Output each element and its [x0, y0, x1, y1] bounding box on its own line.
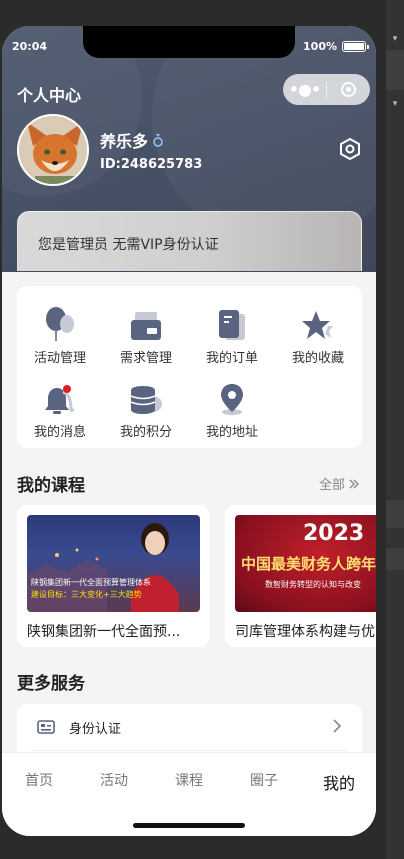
settings-icon[interactable] — [338, 137, 362, 161]
double-chevron-right-icon — [349, 479, 359, 488]
tab-circle[interactable]: 圈子 — [227, 770, 301, 790]
balloon-icon — [17, 302, 103, 342]
close-miniprogram-icon[interactable] — [327, 82, 370, 97]
tab-home[interactable]: 首页 — [2, 770, 76, 790]
page-title: 个人中心 — [17, 86, 82, 105]
devtools-scrollbar[interactable]: ▾ ▾ — [386, 0, 404, 859]
vip-banner-text: 您是管理员 无需VIP身份认证 — [38, 237, 219, 253]
bell-icon — [17, 376, 103, 416]
service-item-identity-verification[interactable]: 身份认证 — [17, 704, 362, 750]
id-card-icon — [37, 720, 55, 734]
view-all-courses-link[interactable]: 全部 — [319, 474, 360, 493]
user-name: 养乐多 — [100, 128, 164, 152]
battery-percent: 100% — [303, 40, 337, 53]
course-card[interactable]: 陕钢集团新一代全面预算管理体系 建设目标：三大变化+三大趋势 陕钢集团新一代全面… — [17, 505, 209, 647]
course-thumb-subtitle: 数智财务转型的认知与改变 — [265, 580, 361, 589]
menu-item-my-address[interactable]: 我的地址 — [189, 376, 275, 440]
tab-activity[interactable]: 活动 — [77, 770, 151, 790]
mini-program-capsule: •●• — [283, 74, 370, 105]
home-indicator — [133, 823, 245, 828]
status-bar: 20:04 100% — [12, 40, 369, 56]
scroll-down-arrow-icon[interactable]: ▾ — [389, 95, 401, 113]
course-card[interactable]: 2023 中国最美财务人跨年 数智财务转型的认知与改变 司库管理体系构建与优 — [225, 505, 376, 647]
gender-icon — [153, 134, 163, 147]
my-courses-title: 我的课程 — [17, 476, 85, 496]
battery-icon — [342, 41, 369, 52]
course-thumb-line1: 陕钢集团新一代全面预算管理体系 — [31, 578, 151, 587]
menu-item-activity-management[interactable]: 活动管理 — [17, 302, 103, 366]
chevron-right-icon — [332, 718, 342, 738]
menu-item-my-orders[interactable]: 我的订单 — [189, 302, 275, 366]
more-services-title: 更多服务 — [17, 674, 85, 694]
menu-item-demand-management[interactable]: 需求管理 — [103, 302, 189, 366]
feature-menu-card: 活动管理 需求管理 我的订单 我的收藏 我的消息 我的积分 我的地址 — [17, 286, 362, 448]
avatar[interactable] — [17, 114, 89, 186]
order-icon — [189, 302, 275, 342]
course-name: 陕钢集团新一代全面预... — [27, 624, 181, 640]
vip-banner[interactable]: 您是管理员 无需VIP身份认证 — [17, 211, 362, 271]
star-icon — [275, 302, 361, 342]
course-thumb-title: 中国最美财务人跨年 — [241, 555, 376, 573]
scroll-up-arrow-icon[interactable]: ▾ — [389, 30, 401, 48]
user-id: ID:248625783 — [100, 157, 203, 172]
more-options-icon[interactable]: •●• — [283, 80, 326, 99]
location-pin-icon — [189, 376, 275, 416]
status-time: 20:04 — [12, 40, 48, 53]
phone-screen: 20:04 100% 个人中心 •●• 养乐多 ID:248625783 您是管… — [2, 26, 376, 836]
tab-courses[interactable]: 课程 — [152, 770, 226, 790]
profile-header: 20:04 100% 个人中心 •●• 养乐多 ID:248625783 您是管… — [2, 26, 376, 272]
coins-icon — [103, 376, 189, 416]
tab-mine[interactable]: 我的 — [302, 770, 376, 794]
menu-item-my-points[interactable]: 我的积分 — [103, 376, 189, 440]
course-thumbnail: 2023 中国最美财务人跨年 数智财务转型的认知与改变 — [235, 515, 376, 612]
course-thumb-line2: 建设目标：三大变化+三大趋势 — [31, 590, 142, 599]
course-name: 司库管理体系构建与优 — [235, 624, 375, 640]
course-thumbnail: 陕钢集团新一代全面预算管理体系 建设目标：三大变化+三大趋势 — [27, 515, 200, 612]
card-icon — [103, 302, 189, 342]
course-thumb-year: 2023 — [303, 521, 365, 546]
menu-item-my-messages[interactable]: 我的消息 — [17, 376, 103, 440]
menu-item-my-favorites[interactable]: 我的收藏 — [275, 302, 361, 366]
